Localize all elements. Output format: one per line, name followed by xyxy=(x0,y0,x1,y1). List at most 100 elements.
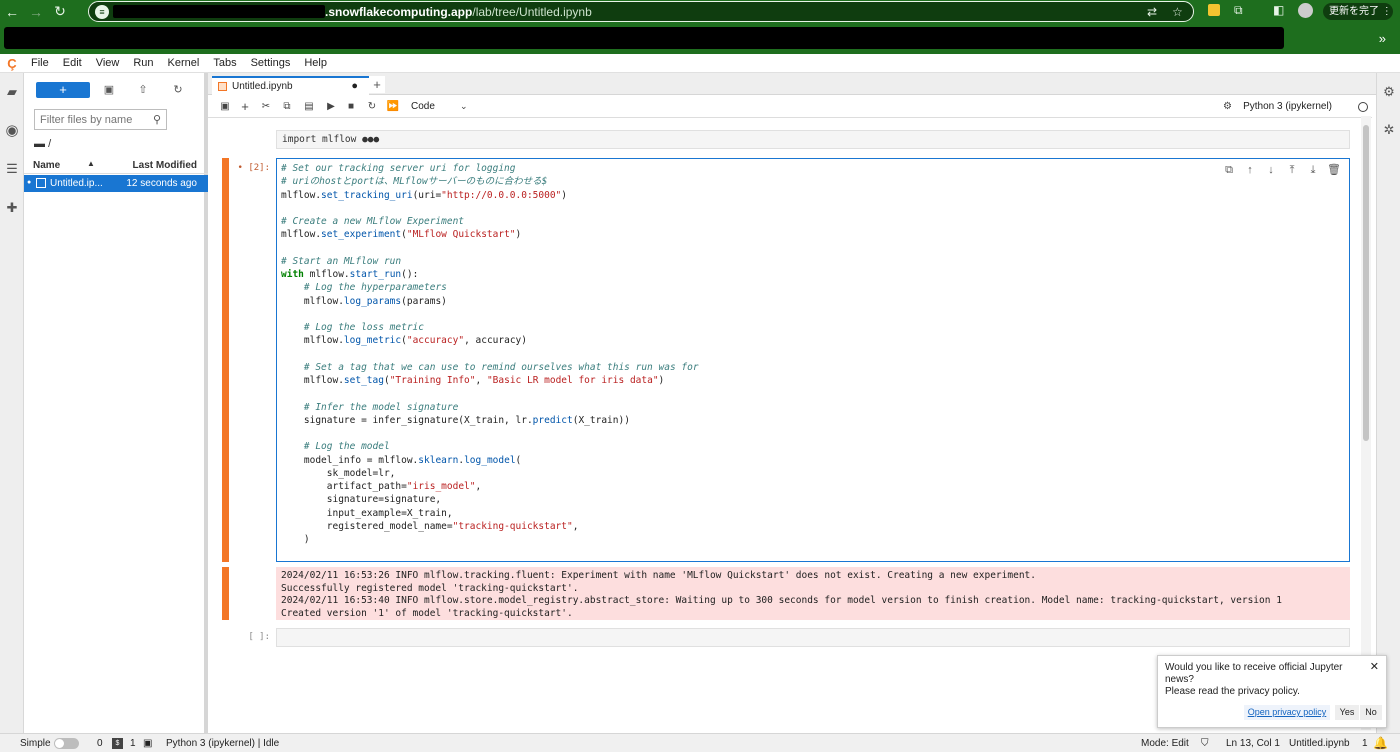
profile-avatar[interactable] xyxy=(1298,3,1313,18)
menu-kernel[interactable]: Kernel xyxy=(161,57,207,69)
cell1-source: import mlflow ●●● xyxy=(282,134,380,145)
kernel-gear-icon[interactable]: ⚙ xyxy=(1223,101,1232,112)
insert-below-icon[interactable]: ⤓ xyxy=(1306,163,1320,177)
file-browser: + ▣ ⇧ ↻ ⚲ ▬ / Name ▲ Last Modified ● Unt… xyxy=(24,73,208,733)
file-name: Untitled.ip... xyxy=(50,178,103,189)
address-bar[interactable]: ≡ .snowflakecomputing.app /lab/tree/Unti… xyxy=(88,1,1194,22)
code-cell-empty[interactable] xyxy=(276,628,1350,647)
running-kernels-icon[interactable]: ◉ xyxy=(3,121,21,139)
back-icon[interactable]: ← xyxy=(0,1,24,23)
new-folder-icon[interactable]: ▣ xyxy=(102,83,116,97)
yes-button[interactable]: Yes xyxy=(1335,705,1359,720)
right-sidebar: ⚙ ✲ xyxy=(1376,73,1400,733)
breadcrumb[interactable]: ▬ / xyxy=(34,138,51,150)
filter-files-input[interactable] xyxy=(40,113,145,126)
folder-icon[interactable]: ▰ xyxy=(3,83,21,101)
insert-cell-icon[interactable]: + xyxy=(238,100,252,114)
translate-icon[interactable]: ⇄ xyxy=(1147,5,1157,19)
news-notification: Would you like to receive official Jupyt… xyxy=(1157,655,1387,728)
bell-icon[interactable]: 🔔 xyxy=(1373,736,1388,750)
table-of-contents-icon[interactable]: ☰ xyxy=(3,160,21,178)
unsaved-dot-icon[interactable]: ● xyxy=(351,80,358,92)
cell-type-select[interactable]: Code xyxy=(411,101,435,112)
extensions-puzzle-icon[interactable]: ⧉ xyxy=(1234,3,1243,18)
terminal-count[interactable]: 0 xyxy=(97,738,103,749)
stop-icon[interactable]: ■ xyxy=(344,100,358,114)
cursor-position[interactable]: Ln 13, Col 1 xyxy=(1226,738,1280,749)
notebook-scrollbar[interactable] xyxy=(1363,125,1369,441)
delete-cell-icon[interactable]: 🗑 xyxy=(1327,163,1341,177)
refresh-icon[interactable]: ↻ xyxy=(171,83,185,97)
column-last-modified[interactable]: Last Modified xyxy=(133,160,197,171)
move-up-icon[interactable]: ↑ xyxy=(1243,163,1257,177)
reload-icon[interactable]: ↻ xyxy=(48,1,72,23)
menu-settings[interactable]: Settings xyxy=(244,57,298,69)
code-cell-active[interactable]: ⧉ ↑ ↓ ⤒ ⤓ 🗑 # Set our tracking server ur… xyxy=(276,158,1350,562)
output-bar[interactable] xyxy=(222,567,229,620)
tab-title: Untitled.ipynb xyxy=(232,81,293,92)
code-editor[interactable]: # Set our tracking server uri for loggin… xyxy=(281,162,1345,546)
notebook-toolbar: ▣ + ✂ ⧉ ▤ ▶ ■ ↻ ⏩ Code ⌄ ⚙ Python 3 (ipy… xyxy=(208,96,1372,118)
terminal-icon: $ xyxy=(112,738,123,749)
output-line: 2024/02/11 16:53:26 INFO mlflow.tracking… xyxy=(281,570,1036,581)
run-icon[interactable]: ▶ xyxy=(324,100,338,114)
shield-icon: ⛉ xyxy=(1201,738,1209,749)
active-cell-bar[interactable] xyxy=(222,158,229,562)
cut-icon[interactable]: ✂ xyxy=(259,100,273,114)
no-button[interactable]: No xyxy=(1360,705,1382,720)
menu-tabs[interactable]: Tabs xyxy=(206,57,243,69)
file-list-header: Name ▲ Last Modified xyxy=(24,159,208,174)
bookmark-star-icon[interactable]: ☆ xyxy=(1172,5,1183,19)
save-icon[interactable]: ▣ xyxy=(218,100,232,114)
simple-mode-toggle[interactable] xyxy=(54,738,79,749)
site-settings-icon[interactable]: ≡ xyxy=(95,5,109,19)
kernel-status[interactable]: Python 3 (ipykernel) | Idle xyxy=(166,738,279,749)
menu-edit[interactable]: Edit xyxy=(56,57,89,69)
fast-forward-icon[interactable]: ⏩ xyxy=(386,100,400,114)
file-row[interactable]: ● Untitled.ip... 12 seconds ago xyxy=(24,175,208,192)
output-line: Successfully registered model 'tracking-… xyxy=(281,582,579,594)
add-tab-button[interactable]: + xyxy=(369,76,385,93)
copy-icon[interactable]: ⧉ xyxy=(280,100,294,114)
more-bookmarks-icon[interactable]: » xyxy=(1379,31,1386,46)
jupyter-logo-icon: Ç xyxy=(7,55,17,71)
kernel-count[interactable]: 1 xyxy=(130,738,136,749)
filter-files-field[interactable]: ⚲ xyxy=(34,109,167,130)
new-launcher-button[interactable]: + xyxy=(36,82,90,98)
tab-untitled-ipynb[interactable]: Untitled.ipynb ● xyxy=(212,76,369,95)
code-cell-collapsed[interactable]: import mlflow ●●● xyxy=(276,130,1350,149)
chevron-down-icon[interactable]: ⌄ xyxy=(460,101,468,112)
update-button[interactable]: 更新を完了 ⋮ xyxy=(1323,3,1393,20)
menu-file[interactable]: File xyxy=(24,57,56,69)
url-path: /lab/tree/Untitled.ipynb xyxy=(472,4,592,19)
notification-count: 1 xyxy=(1362,738,1368,749)
document-tab-bar: Untitled.ipynb ● + xyxy=(208,73,1400,95)
property-inspector-icon[interactable]: ⚙ xyxy=(1380,83,1398,101)
breadcrumb-root[interactable]: / xyxy=(48,138,51,150)
open-privacy-policy-link[interactable]: Open privacy policy xyxy=(1244,705,1330,720)
restart-icon[interactable]: ↻ xyxy=(365,100,379,114)
side-panel-icon[interactable]: ◧ xyxy=(1273,3,1284,17)
kernel-idle-icon xyxy=(1358,102,1368,112)
menu-help[interactable]: Help xyxy=(297,57,334,69)
cell-toolbar: ⧉ ↑ ↓ ⤒ ⤓ 🗑 xyxy=(1222,163,1341,177)
close-icon[interactable]: ✕ xyxy=(1370,660,1379,673)
paste-icon[interactable]: ▤ xyxy=(302,100,316,114)
upload-icon[interactable]: ⇧ xyxy=(136,83,150,97)
menu-view[interactable]: View xyxy=(89,57,127,69)
column-name[interactable]: Name xyxy=(33,160,60,171)
kernel-name[interactable]: Python 3 (ipykernel) xyxy=(1243,101,1332,112)
extension-icon[interactable] xyxy=(1208,4,1220,16)
sort-caret-icon[interactable]: ▲ xyxy=(87,159,95,168)
duplicate-cell-icon[interactable]: ⧉ xyxy=(1222,163,1236,177)
forward-icon[interactable]: → xyxy=(24,1,48,23)
cell-output-stderr: 2024/02/11 16:53:26 INFO mlflow.tracking… xyxy=(276,567,1350,620)
move-down-icon[interactable]: ↓ xyxy=(1264,163,1278,177)
insert-above-icon[interactable]: ⤒ xyxy=(1285,163,1299,177)
output-line: 2024/02/11 16:53:40 INFO mlflow.store.mo… xyxy=(281,595,1282,606)
menu-run[interactable]: Run xyxy=(126,57,160,69)
extensions-icon[interactable]: ✚ xyxy=(3,199,21,217)
debugger-icon[interactable]: ✲ xyxy=(1380,121,1398,139)
browser-chrome: ← → ↻ ≡ .snowflakecomputing.app /lab/tre… xyxy=(0,0,1400,54)
notification-message: Would you like to receive official Jupyt… xyxy=(1165,662,1355,698)
